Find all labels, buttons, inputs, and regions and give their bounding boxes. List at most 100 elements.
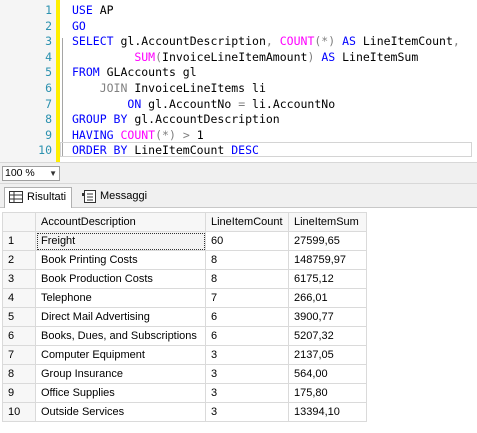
zoom-bar: 100 % ▼ bbox=[0, 162, 477, 184]
row-number[interactable]: 9 bbox=[2, 383, 36, 403]
cell-lineitemsum[interactable]: 6175,12 bbox=[288, 269, 367, 289]
code-token: li.AccountNo bbox=[245, 96, 336, 111]
code-token: GO bbox=[72, 18, 86, 33]
cell-accountdescription[interactable]: Books, Dues, and Subscriptions bbox=[35, 326, 206, 346]
cell-lineitemsum[interactable]: 266,01 bbox=[288, 288, 367, 308]
code-line[interactable]: 6 JOIN InvoiceLineItems li bbox=[0, 80, 477, 96]
table-row[interactable]: 3 Book Production Costs 8 6175,12 bbox=[2, 269, 367, 289]
fold-guide bbox=[62, 38, 64, 156]
zoom-select[interactable]: 100 % ▼ bbox=[2, 166, 60, 181]
cell-lineitemsum[interactable]: 3900,77 bbox=[288, 307, 367, 327]
cell-lineitemcount[interactable]: 3 bbox=[205, 364, 289, 384]
cell-lineitemsum[interactable]: 175,80 bbox=[288, 383, 367, 403]
table-row[interactable]: 7 Computer Equipment 3 2137,05 bbox=[2, 345, 367, 365]
code-token: GROUP BY bbox=[72, 112, 128, 127]
code-token: GLAccounts gl bbox=[99, 65, 197, 80]
code-line[interactable]: 7 ON gl.AccountNo = li.AccountNo bbox=[0, 96, 477, 112]
table-row[interactable]: 10 Outside Services 3 13394,10 bbox=[2, 402, 367, 422]
results-grid[interactable]: AccountDescription LineItemCount LineIte… bbox=[0, 208, 477, 433]
column-header-lineitemsum[interactable]: LineItemSum bbox=[288, 212, 367, 232]
table-row[interactable]: 6 Books, Dues, and Subscriptions 6 5207,32 bbox=[2, 326, 367, 346]
code-text: GROUP BY gl.AccountDescription bbox=[72, 111, 280, 127]
code-text: USE AP bbox=[72, 2, 114, 18]
cell-lineitemsum[interactable]: 564,00 bbox=[288, 364, 367, 384]
header-row: AccountDescription LineItemCount LineIte… bbox=[2, 212, 367, 232]
code-token: USE bbox=[72, 3, 93, 17]
code-line[interactable]: 4 SUM(InvoiceLineItemAmount) AS LineItem… bbox=[0, 49, 477, 65]
result-rows: 1 Freight 60 27599,65 2 Book Printing Costs 8 1… bbox=[2, 231, 367, 422]
code-line[interactable]: 9 HAVING COUNT(*) > 1 bbox=[0, 127, 477, 143]
cell-accountdescription[interactable]: Direct Mail Advertising bbox=[35, 307, 206, 327]
code-line[interactable]: 5 FROM GLAccounts gl bbox=[0, 64, 477, 80]
cell-accountdescription[interactable]: Office Supplies bbox=[35, 383, 206, 403]
code-token: (*) bbox=[314, 34, 336, 49]
row-number[interactable]: 1 bbox=[2, 231, 36, 251]
cell-accountdescription[interactable]: Outside Services bbox=[35, 402, 206, 422]
cell-lineitemsum[interactable]: 13394,10 bbox=[288, 402, 367, 422]
row-number[interactable]: 6 bbox=[2, 326, 36, 346]
cell-lineitemcount[interactable]: 60 bbox=[205, 231, 289, 251]
line-number: 5 bbox=[45, 65, 52, 80]
code-token: (*) bbox=[155, 127, 176, 142]
row-number[interactable]: 7 bbox=[2, 345, 36, 365]
cell-accountdescription[interactable]: Freight bbox=[35, 231, 206, 251]
row-number[interactable]: 8 bbox=[2, 364, 36, 384]
table-row[interactable]: 8 Group Insurance 3 564,00 bbox=[2, 364, 367, 384]
tab-results[interactable]: Risultati bbox=[4, 187, 72, 208]
cell-accountdescription[interactable]: Book Printing Costs bbox=[35, 250, 206, 270]
table-row[interactable]: 1 Freight 60 27599,65 bbox=[2, 231, 367, 251]
table-row[interactable]: 9 Office Supplies 3 175,80 bbox=[2, 383, 367, 403]
cell-accountdescription[interactable]: Book Production Costs bbox=[35, 269, 206, 289]
table-row[interactable]: 4 Telephone 7 266,01 bbox=[2, 288, 367, 308]
row-number[interactable]: 5 bbox=[2, 307, 36, 327]
table-row[interactable]: 2 Book Printing Costs 8 148759,97 bbox=[2, 250, 367, 270]
cell-lineitemcount[interactable]: 3 bbox=[205, 383, 289, 403]
code-line[interactable]: 3 SELECT gl.AccountDescription, COUNT(*) … bbox=[0, 33, 477, 49]
results-tabs: Risultati Messaggi bbox=[0, 184, 477, 208]
cell-lineitemcount[interactable]: 3 bbox=[205, 402, 289, 422]
table-row[interactable]: 5 Direct Mail Advertising 6 3900,77 bbox=[2, 307, 367, 327]
line-number: 1 bbox=[45, 3, 52, 17]
cell-lineitemcount[interactable]: 7 bbox=[205, 288, 289, 308]
code-line[interactable]: 1 USE AP bbox=[0, 2, 477, 18]
cell-lineitemcount[interactable]: 3 bbox=[205, 345, 289, 365]
cell-accountdescription[interactable]: Group Insurance bbox=[35, 364, 206, 384]
row-number[interactable]: 3 bbox=[2, 269, 36, 289]
cell-accountdescription[interactable]: Computer Equipment bbox=[35, 345, 206, 365]
cell-lineitemsum[interactable]: 5207,32 bbox=[288, 326, 367, 346]
row-number-header[interactable] bbox=[2, 212, 36, 232]
row-number[interactable]: 4 bbox=[2, 288, 36, 308]
cell-lineitemcount[interactable]: 8 bbox=[205, 250, 289, 270]
sql-editor[interactable]: 1 USE AP 2 GO 3 SELECT gl.AccountDescription,… bbox=[0, 0, 477, 162]
code-token: COUNT bbox=[120, 127, 156, 142]
code-token: FROM bbox=[72, 65, 100, 80]
cell-lineitemsum[interactable]: 2137,05 bbox=[288, 345, 367, 365]
cell-lineitemcount[interactable]: 8 bbox=[205, 269, 289, 289]
code-text: SUM(InvoiceLineItemAmount) AS LineItemSu… bbox=[72, 49, 418, 65]
code-token: gl.AccountNo bbox=[141, 96, 239, 111]
column-header-lineitemcount[interactable]: LineItemCount bbox=[205, 212, 289, 232]
cell-lineitemsum[interactable]: 27599,65 bbox=[288, 231, 367, 251]
code-line[interactable]: 2 GO bbox=[0, 18, 477, 34]
code-token: gl.AccountDescription bbox=[113, 34, 266, 49]
line-number: 7 bbox=[45, 96, 52, 111]
code-token: JOIN bbox=[99, 81, 128, 95]
cell-lineitemsum[interactable]: 148759,97 bbox=[288, 250, 367, 270]
code-line[interactable]: 8 GROUP BY gl.AccountDescription bbox=[0, 111, 477, 127]
cell-lineitemcount[interactable]: 6 bbox=[205, 326, 289, 346]
column-header-accountdescription[interactable]: AccountDescription bbox=[35, 212, 206, 232]
tab-messages[interactable]: Messaggi bbox=[78, 187, 154, 208]
code-token: gl.AccountDescription bbox=[127, 112, 280, 127]
cell-accountdescription[interactable]: Telephone bbox=[35, 288, 206, 308]
tab-results-label: Risultati bbox=[27, 191, 67, 203]
chevron-down-icon[interactable]: ▼ bbox=[49, 167, 57, 180]
row-number[interactable]: 10 bbox=[2, 402, 36, 422]
zoom-value: 100 % bbox=[5, 167, 35, 179]
row-number[interactable]: 2 bbox=[2, 250, 36, 270]
code-token: 1 bbox=[189, 127, 204, 142]
cell-lineitemcount[interactable]: 6 bbox=[205, 307, 289, 327]
code-token: AS bbox=[342, 34, 356, 49]
